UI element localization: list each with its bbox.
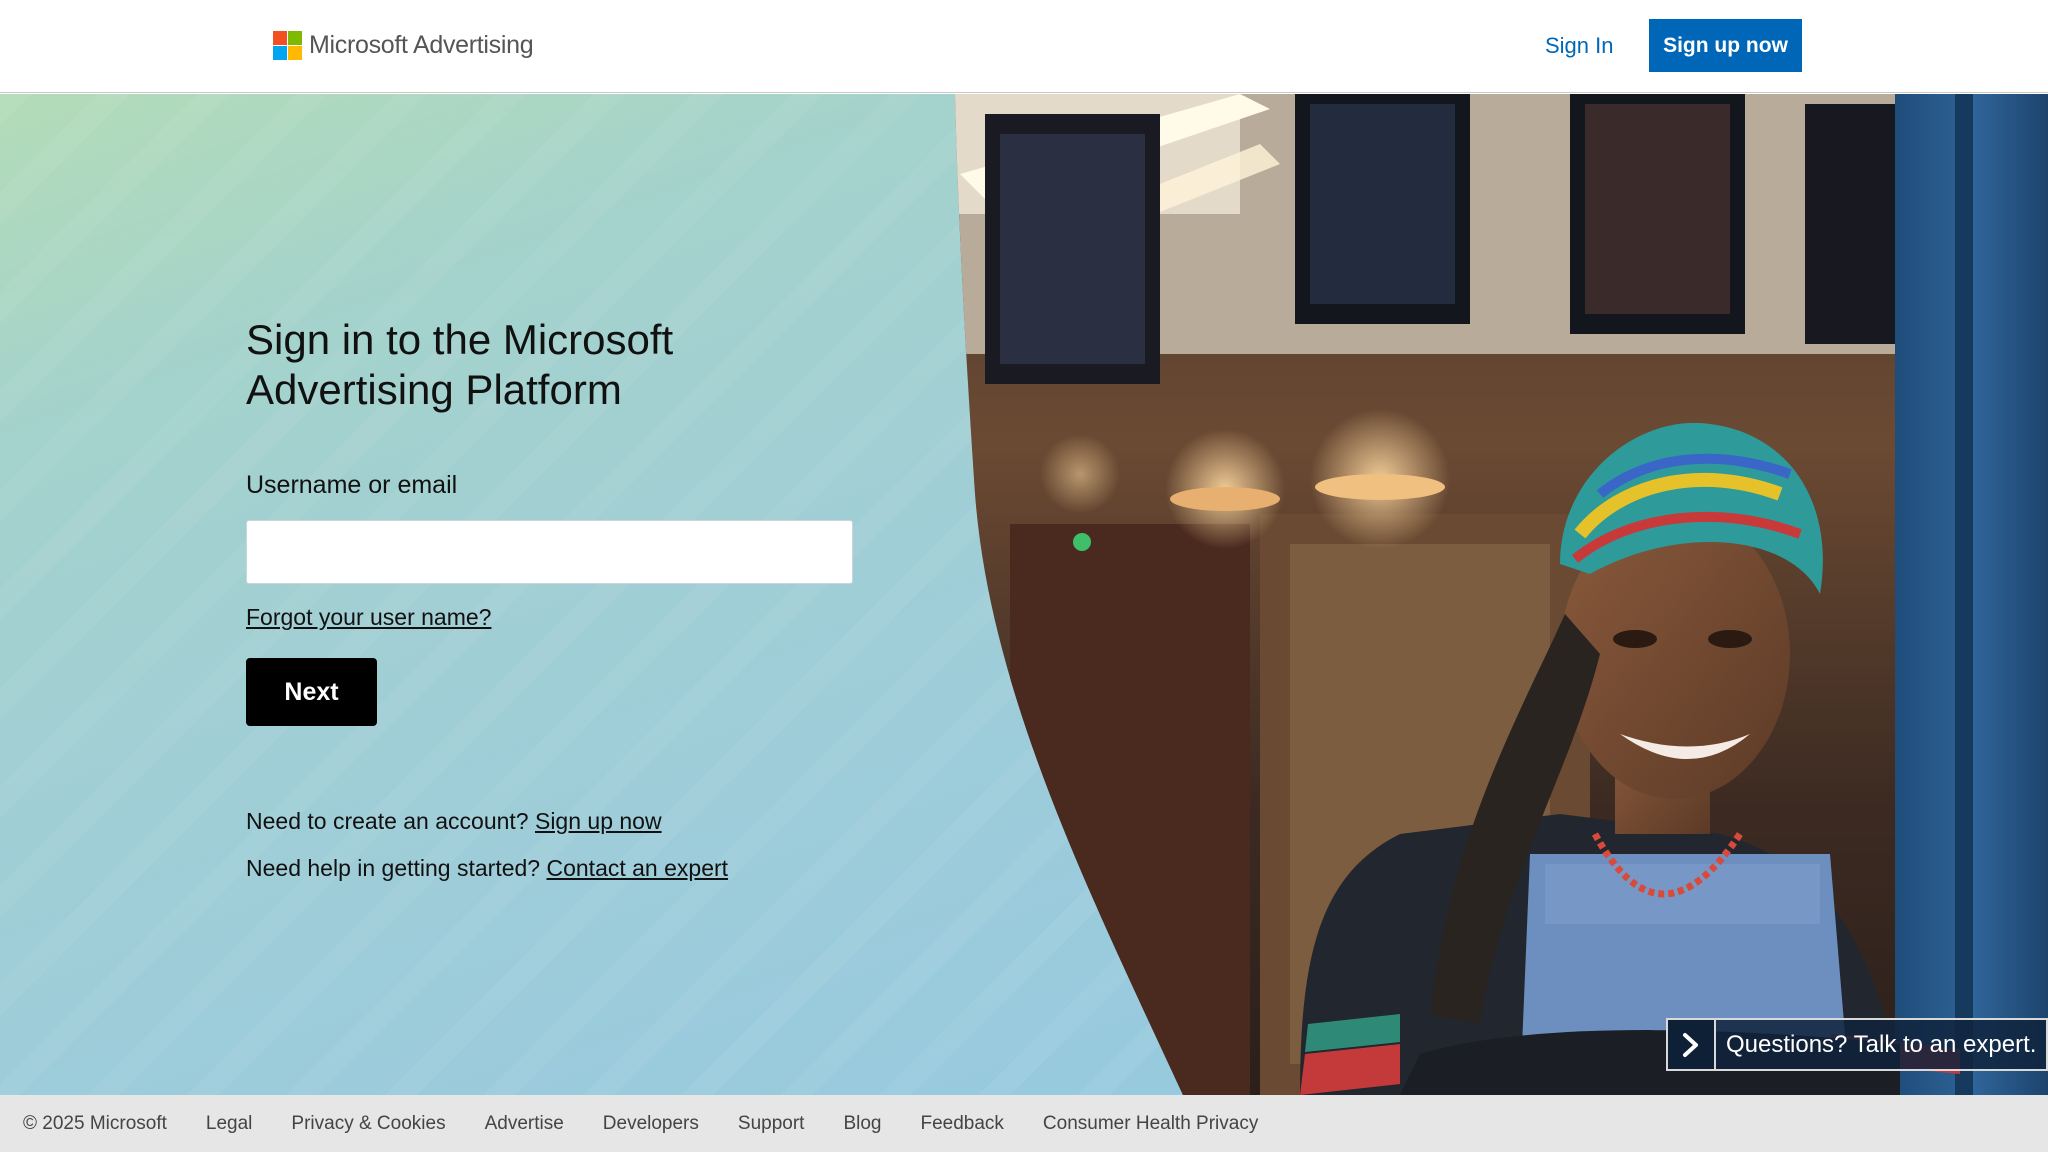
help-prompt: Need help in getting started?: [246, 855, 541, 881]
hero-section: Sign in to the Microsoft Advertising Pla…: [0, 94, 2048, 1095]
microsoft-logo-icon: [273, 30, 302, 60]
header-sign-up-button[interactable]: Sign up now: [1649, 19, 1802, 72]
talk-to-expert-widget[interactable]: Questions? Talk to an expert.: [1666, 1018, 2048, 1071]
talk-to-expert-label[interactable]: Questions? Talk to an expert.: [1716, 1020, 2046, 1069]
hero-photo-shop-owner: [955, 94, 2048, 1095]
contact-expert-link[interactable]: Contact an expert: [546, 855, 728, 881]
footer-link-support[interactable]: Support: [738, 1113, 805, 1135]
footer-copyright: © 2025 Microsoft: [23, 1112, 167, 1134]
chevron-right-icon[interactable]: [1668, 1020, 1716, 1069]
footer-link-advertise[interactable]: Advertise: [485, 1113, 564, 1135]
create-account-line: Need to create an account? Sign up now: [246, 808, 662, 835]
username-label: Username or email: [246, 471, 458, 499]
username-email-input[interactable]: [246, 520, 853, 584]
help-getting-started-line: Need help in getting started? Contact an…: [246, 855, 728, 882]
microsoft-advertising-logo[interactable]: Microsoft Advertising: [273, 30, 534, 60]
footer: © 2025 Microsoft Legal Privacy & Cookies…: [0, 1095, 2048, 1152]
logo-text: Microsoft Advertising: [309, 30, 534, 59]
footer-link-blog[interactable]: Blog: [843, 1113, 881, 1135]
header-sign-in-link[interactable]: Sign In: [1545, 33, 1614, 59]
top-header: Microsoft Advertising Sign In Sign up no…: [0, 0, 2048, 93]
next-button[interactable]: Next: [246, 658, 377, 726]
page-title: Sign in to the Microsoft Advertising Pla…: [246, 316, 674, 413]
footer-link-privacy-cookies[interactable]: Privacy & Cookies: [291, 1113, 445, 1135]
footer-link-developers[interactable]: Developers: [603, 1113, 699, 1135]
footer-link-feedback[interactable]: Feedback: [920, 1113, 1003, 1135]
forgot-username-link[interactable]: Forgot your user name?: [246, 604, 491, 631]
footer-link-consumer-health-privacy[interactable]: Consumer Health Privacy: [1043, 1113, 1258, 1135]
create-account-prompt: Need to create an account?: [246, 808, 529, 834]
sign-up-now-link[interactable]: Sign up now: [535, 808, 662, 834]
footer-link-legal[interactable]: Legal: [206, 1113, 253, 1135]
